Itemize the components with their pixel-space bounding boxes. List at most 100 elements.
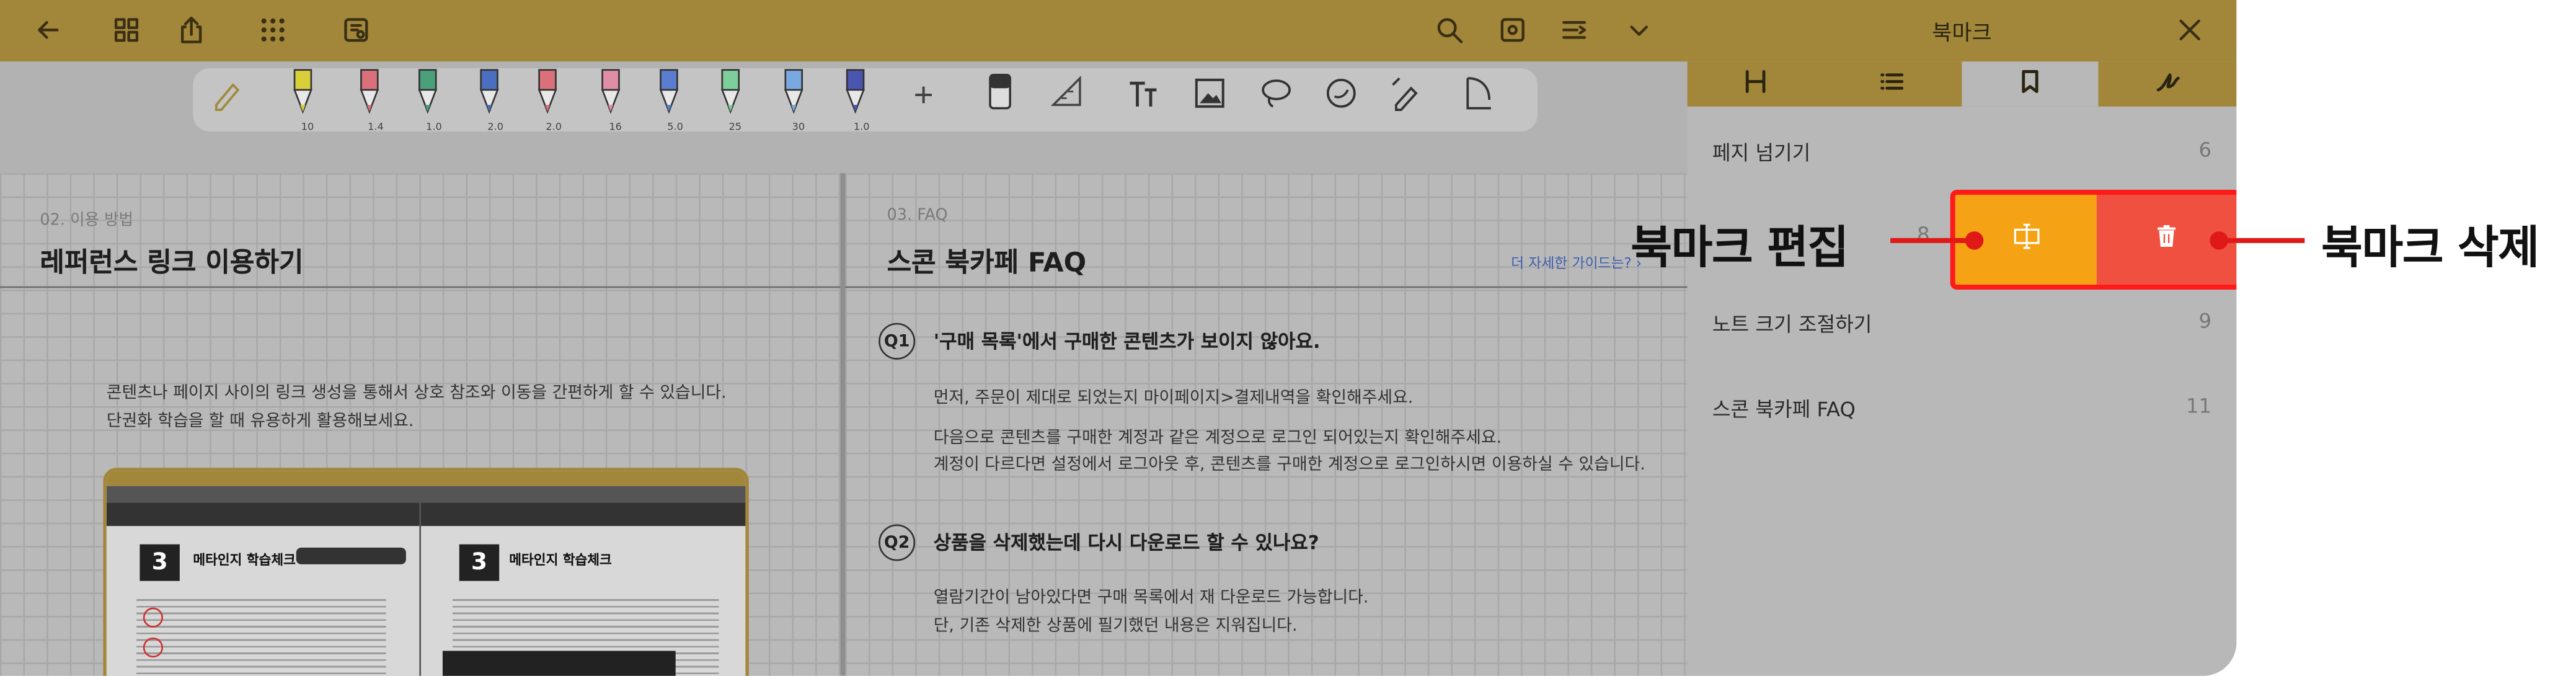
bookmark-row[interactable]: 노트 크기 조절하기 9 (1688, 303, 2237, 342)
panel-tabs (1687, 61, 2237, 107)
thumbnail-title: 메타인지 학습체크 (193, 553, 296, 568)
pen-ruled-red-icon[interactable]: 2.0 (529, 68, 566, 133)
swipe-actions-highlight (1950, 189, 2237, 290)
section-label: 03. FAQ (887, 206, 948, 225)
eraser-icon[interactable] (982, 68, 1019, 131)
marker-green-icon[interactable]: 25 (712, 68, 749, 133)
bookmark-label: 페지 넘기기 (1712, 141, 1811, 165)
q1-title: '구매 목록'에서 구매한 콘텐츠가 보이지 않아요. (933, 329, 1321, 354)
pen-size-label: 30 (792, 121, 805, 133)
pen-pink-icon[interactable]: 16 (593, 68, 629, 133)
q1-answer: 먼저, 주문이 제대로 되었는지 마이페이지>결제내역을 확인해주세요. (933, 389, 1414, 408)
body-text: 단권화 학습을 할 때 유용하게 활용해보세요. (106, 412, 414, 432)
fountain-pen-green-icon[interactable]: 1.0 (409, 68, 446, 133)
pen-red-icon[interactable]: 1.4 (351, 68, 387, 133)
pen-size-label: 10 (301, 121, 314, 133)
more-guide-link[interactable]: 더 자세한 가이드는? › (1511, 253, 1642, 273)
edit-callout-line (1890, 238, 1974, 243)
tab-bookmark[interactable] (1962, 61, 2099, 107)
thumbnail-topbar (106, 471, 746, 486)
panel-title: 북마크 (1932, 21, 1992, 47)
tab-list[interactable] (1824, 61, 1960, 106)
bookmark-label: 노트 크기 조절하기 (1712, 313, 1872, 337)
settings-book-icon[interactable] (336, 10, 376, 50)
bookmark-label: 스콘 북카페 FAQ (1712, 398, 1856, 422)
thumbnail-title: 메타인지 학습체크 (509, 553, 612, 568)
q2-badge: Q2 (879, 524, 916, 561)
top-toolbar (0, 0, 1688, 62)
chevron-down-icon[interactable] (1619, 10, 1659, 50)
edit-callout-dot (1965, 231, 1984, 250)
lasso-icon[interactable] (1258, 68, 1295, 131)
thumbnail-divider (419, 502, 422, 676)
handwriting-icon (2155, 68, 2182, 101)
outline-icon (1742, 68, 1769, 101)
pen-size-label: 5.0 (667, 121, 683, 133)
lasso-pen-icon[interactable] (208, 68, 245, 131)
list-indent-icon[interactable] (1554, 10, 1594, 50)
chapter-badge: 3 (459, 544, 500, 581)
tab-outline[interactable] (1688, 61, 1824, 106)
body-text: 콘텐츠나 페이지 사이의 링크 생성을 통해서 상호 참조와 이동을 간편하게 … (106, 385, 727, 403)
delete-callout-label: 북마크 삭제 (2321, 223, 2539, 275)
thumbnail-body-left (136, 594, 386, 676)
q2-answer: 단, 기존 삭제한 상품에 필기했던 내용은 지워집니다. (933, 617, 1298, 636)
marker-blue-icon[interactable]: 30 (776, 68, 812, 133)
search-icon[interactable] (1430, 10, 1469, 50)
pen-size-label: 1.0 (853, 121, 870, 133)
thumbnail-mark (143, 607, 164, 628)
close-icon[interactable] (2170, 10, 2210, 50)
reference-thumbnail[interactable]: 3 메타인지 학습체크 3 메타인지 학습체크 (103, 468, 749, 676)
list-icon (1879, 68, 1905, 101)
page-title: 레퍼런스 링크 이용하기 (40, 246, 304, 278)
bookmark-page: 6 (2198, 138, 2212, 162)
grid-icon[interactable] (107, 10, 146, 50)
q1-answer: 계정이 다르다면 설정에서 로그아웃 후, 콘텐츠를 구매한 계정으로 로그인하… (933, 456, 1645, 474)
thumbnail-image-block (442, 651, 676, 676)
bookmark-panel: 북마크 페지 넘기기 6 8 노트 크기 조절하기 9 스콘 북카페 FAQ 1… (1687, 0, 2237, 676)
export-icon[interactable] (171, 10, 211, 50)
image-tool-icon[interactable] (1192, 68, 1228, 131)
pen-navy-icon[interactable]: 1.0 (837, 68, 874, 133)
thumbnail-toolbar (296, 548, 406, 564)
left-page[interactable]: 02. 이용 방법 레퍼런스 링크 이용하기 콘텐츠나 페이지 사이의 링크 생… (0, 173, 841, 676)
q1-badge: Q1 (879, 322, 916, 360)
highlighter-yellow-icon[interactable]: 10 (285, 68, 321, 133)
page-title: 스콘 북카페 FAQ (887, 246, 1087, 278)
crop-icon[interactable] (1461, 68, 1498, 131)
page-settings-icon[interactable] (1493, 10, 1533, 50)
thumbnail-mark (143, 637, 164, 658)
title-rule (845, 286, 1688, 288)
text-tool-icon[interactable] (1125, 68, 1161, 131)
pen-size-label: 2.0 (487, 121, 504, 133)
pen-size-label: 1.0 (426, 121, 442, 133)
tab-handwriting[interactable] (2100, 61, 2236, 106)
thumbnail-tabs (106, 486, 746, 503)
pen-size-label: 1.4 (368, 121, 384, 133)
rename-icon (2009, 220, 2043, 259)
pen-tray: 10 1.4 1.0 2.0 2.0 16 5.0 25 30 1.0 (193, 68, 1538, 133)
edit-callout-label: 북마크 편집 (1631, 223, 1849, 275)
title-rule (0, 286, 841, 288)
back-arrow-icon[interactable] (29, 10, 68, 50)
q1-answer: 다음으로 콘텐츠를 구매한 계정과 같은 계정으로 로그인 되어있는지 확인해주… (933, 429, 1502, 448)
add-pen-icon[interactable] (905, 68, 942, 131)
thumbnail-header (106, 502, 746, 527)
sticker-icon[interactable] (1323, 68, 1360, 131)
pen-blue-icon[interactable]: 2.0 (471, 68, 508, 133)
right-page[interactable]: 03. FAQ 스콘 북카페 FAQ 더 자세한 가이드는? › Q1 '구매 … (845, 173, 1688, 676)
section-label: 02. 이용 방법 (40, 211, 134, 230)
bookmark-row[interactable]: 스콘 북카페 FAQ 11 (1688, 388, 2237, 427)
panel-header: 북마크 (1687, 0, 2237, 62)
delete-callout-line (2220, 238, 2305, 243)
pen-size-label: 16 (609, 121, 622, 133)
bookmark-page: 11 (2186, 394, 2212, 418)
link-pen-icon[interactable] (1388, 68, 1424, 131)
pen-size-label: 2.0 (546, 121, 562, 133)
ruler-icon[interactable] (1048, 68, 1085, 131)
pen-blue-ruled-icon[interactable]: 5.0 (650, 68, 687, 133)
stage: 10 1.4 1.0 2.0 2.0 16 5.0 25 30 1.0 02. 이용 방법 레퍼런… (0, 0, 2576, 676)
bookmark-row[interactable]: 페지 넘기기 6 (1688, 131, 2237, 171)
apps-icon[interactable] (253, 10, 293, 50)
pen-size-label: 25 (728, 121, 742, 133)
